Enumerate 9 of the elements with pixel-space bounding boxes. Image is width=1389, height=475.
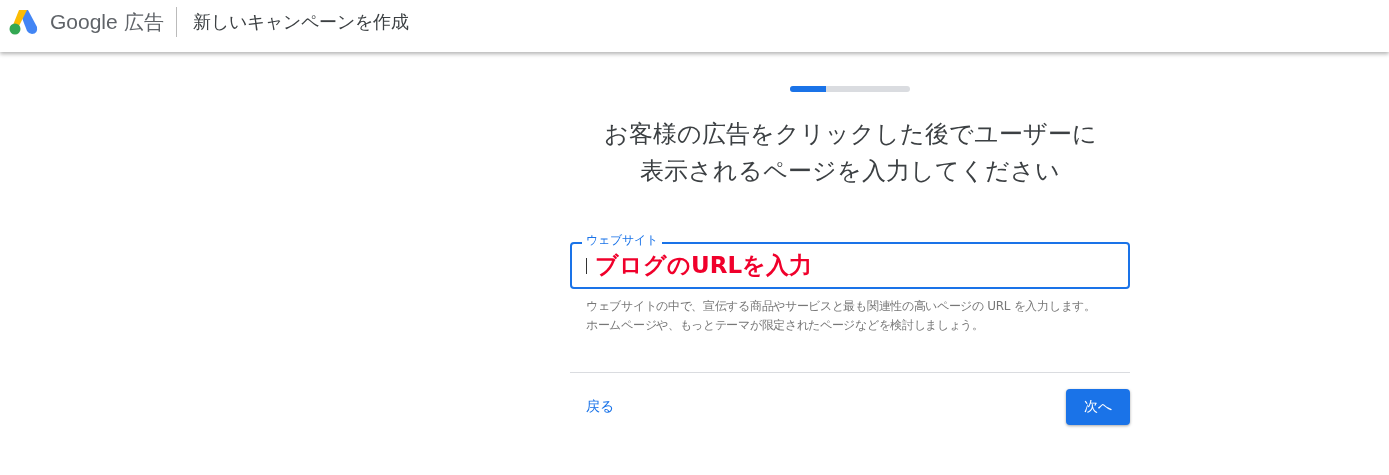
page-title: 新しいキャンペーンを作成 <box>192 10 409 34</box>
back-button[interactable]: 戻る <box>570 389 630 425</box>
heading: お客様の広告をクリックした後でユーザーに 表示されるページを入力してください <box>602 119 1098 187</box>
next-button[interactable]: 次へ <box>1066 389 1130 425</box>
field-label: ウェブサイト <box>582 232 662 248</box>
product-name: 広告 <box>123 8 164 36</box>
logo-icon <box>8 8 38 36</box>
help-text: ウェブサイトの中で、宣伝する商品やサービスと最も関連性の高いページの URL を入力します。 ホームページや、もっとテーマが限定されたページなどを検討しましょう。 <box>586 298 1097 334</box>
logo-text: Google <box>50 10 118 34</box>
